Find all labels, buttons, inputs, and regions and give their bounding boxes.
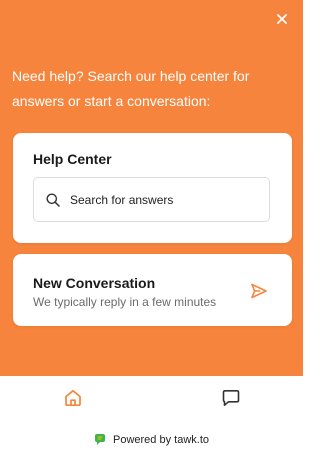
powered-by-text: Powered by tawk.to [113,434,209,446]
search-field[interactable] [33,177,270,222]
chat-icon [222,390,240,406]
home-icon [65,389,81,407]
search-input[interactable] [70,192,260,207]
tawk-logo-icon [94,433,106,447]
widget-header: Need help? Search our help center for an… [0,0,303,376]
new-conversation-card[interactable]: New Conversation We typically reply in a… [13,254,292,326]
chat-widget: Need help? Search our help center for an… [0,0,303,457]
new-conversation-title: New Conversation [33,275,156,291]
intro-text: Need help? Search our help center for an… [12,68,250,109]
help-center-title: Help Center [33,151,112,167]
nav-chat-button[interactable] [220,387,242,409]
help-center-card: Help Center [13,133,292,243]
send-icon [251,283,267,299]
new-conversation-subtitle: We typically reply in a few minutes [33,295,217,309]
close-button[interactable] [273,10,291,28]
nav-home-button[interactable] [62,387,84,409]
search-icon [45,192,61,208]
bottom-nav [0,376,303,420]
powered-by[interactable]: Powered by tawk.to [0,430,303,450]
close-icon [277,14,287,24]
